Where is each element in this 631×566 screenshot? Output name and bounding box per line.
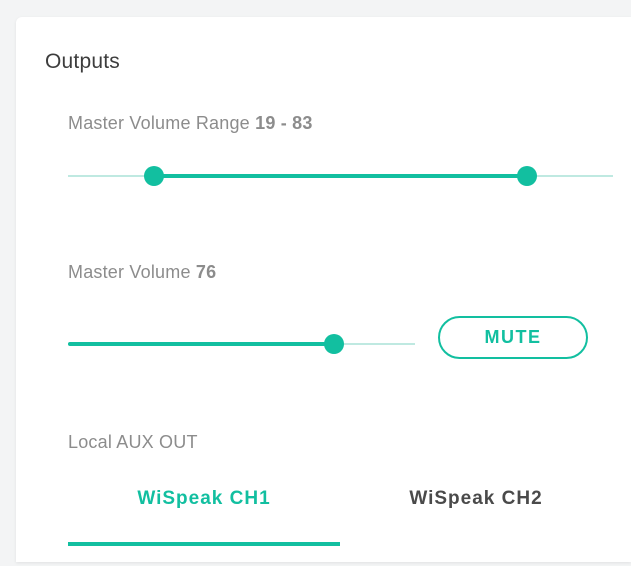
master-volume-value: 76 — [195, 262, 217, 282]
section-title: Outputs — [45, 50, 120, 73]
master-volume-label-text: Master Volume — [68, 262, 191, 282]
outputs-card — [16, 17, 631, 562]
range-slider-max-thumb[interactable] — [517, 166, 538, 186]
active-tab-indicator — [68, 542, 340, 546]
master-volume-range-slider[interactable] — [68, 166, 613, 186]
master-volume-range-value: 19 - 83 — [255, 113, 313, 133]
master-volume-label: Master Volume 76 — [68, 262, 216, 283]
outputs-panel-frame: Outputs Master Volume Range 19 - 83 Mast… — [0, 0, 631, 566]
master-volume-slider[interactable] — [68, 334, 415, 354]
volume-slider-thumb[interactable] — [324, 334, 344, 354]
tab-wispeak-ch1[interactable]: WiSpeak CH1 — [68, 488, 340, 510]
range-slider-min-thumb[interactable] — [143, 166, 164, 186]
tab-wispeak-ch2[interactable]: WiSpeak CH2 — [340, 488, 612, 510]
master-volume-range-label-text: Master Volume Range — [68, 113, 250, 133]
master-volume-range-label: Master Volume Range 19 - 83 — [68, 113, 313, 134]
mute-button[interactable]: MUTE — [438, 316, 588, 359]
volume-slider-track — [68, 342, 334, 346]
range-slider-track — [153, 174, 528, 178]
local-aux-out-label: Local AUX OUT — [68, 432, 198, 452]
